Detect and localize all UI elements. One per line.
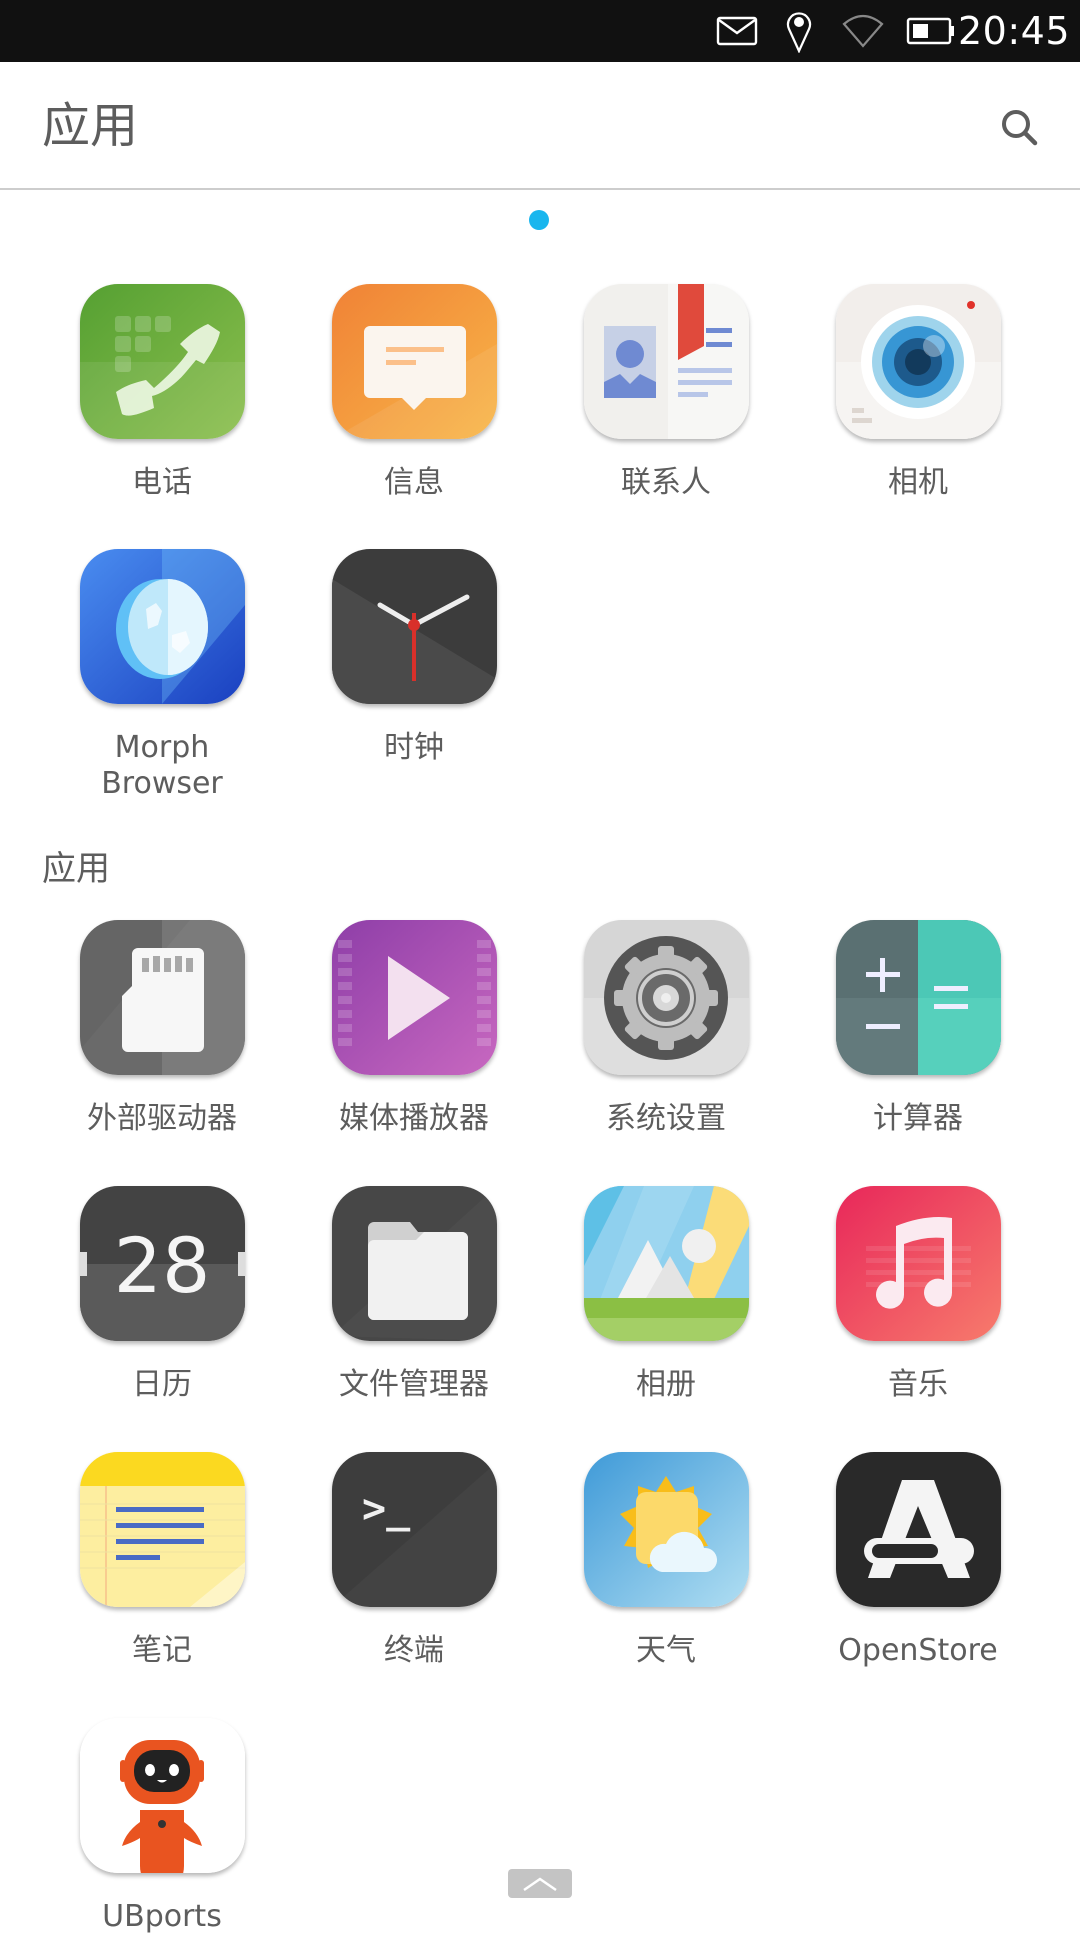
app-notes[interactable]: 笔记 [36,1452,288,1669]
app-phone[interactable]: 电话 [36,284,288,501]
app-openstore[interactable]: OpenStore [792,1452,1044,1669]
app-label: UBports [102,1899,222,1934]
app-messaging[interactable]: 信息 [288,284,540,501]
app-label: 天气 [636,1633,696,1668]
search-icon [1002,110,1038,146]
browser-icon [79,549,245,704]
app-label: 信息 [384,465,444,500]
page-indicator-dot[interactable] [529,210,549,230]
phone-icon [79,284,245,439]
location-icon [786,0,812,62]
notes-icon [79,1452,245,1607]
openstore-icon [835,1452,1001,1607]
app-label: 文件管理器 [339,1367,489,1402]
clock-time: 20:45 [957,9,1070,53]
header-divider [0,188,1080,190]
folder-icon [331,1186,497,1341]
app-music[interactable]: 音乐 [792,1186,1044,1403]
app-calendar[interactable]: 28 日历 [36,1186,288,1403]
app-label: 系统设置 [606,1101,726,1136]
page-title: 应用 [42,98,139,154]
clock-icon [331,549,497,704]
sd-card-icon [79,920,245,1075]
app-label: Morph Browser [101,730,223,801]
ubports-robot-icon [79,1718,245,1873]
terminal-prompt: >_ [362,1486,411,1532]
music-note-icon [835,1186,1001,1341]
battery-icon [906,0,956,62]
expand-up-button[interactable] [508,1869,572,1898]
search-button[interactable] [992,100,1048,156]
app-calculator[interactable]: 计算器 [792,920,1044,1137]
app-label: 笔记 [132,1633,192,1668]
calendar-icon: 28 [79,1186,245,1341]
app-label: 终端 [384,1633,444,1668]
calculator-icon [835,920,1001,1075]
app-browser[interactable]: Morph Browser [36,549,288,802]
app-clock[interactable]: 时钟 [288,549,540,766]
app-media-player[interactable]: 媒体播放器 [288,920,540,1137]
terminal-icon: >_ [331,1452,497,1607]
app-contacts[interactable]: 联系人 [540,284,792,501]
app-label: 日历 [132,1367,192,1402]
app-gallery[interactable]: 相册 [540,1186,792,1403]
app-weather[interactable]: 天气 [540,1452,792,1669]
app-label: 相机 [888,465,948,500]
app-label: 电话 [132,465,192,500]
app-label: 外部驱动器 [87,1101,237,1136]
app-label: 媒体播放器 [339,1101,489,1136]
camera-icon [835,284,1001,439]
app-ubports[interactable]: UBports [36,1718,288,1935]
app-label: 相册 [636,1367,696,1402]
media-player-icon [331,920,497,1075]
section-title: 应用 [42,849,110,889]
app-system-settings[interactable]: 系统设置 [540,920,792,1137]
gallery-icon [583,1186,749,1341]
app-terminal[interactable]: >_ 终端 [288,1452,540,1669]
wifi-icon [842,0,884,62]
app-label: 时钟 [384,730,444,765]
messaging-icon [331,284,497,439]
header: 应用 [0,62,1080,188]
chevron-up-icon [523,1876,557,1891]
mail-icon [716,0,758,62]
calendar-day: 28 [113,1221,210,1310]
app-label: 计算器 [873,1101,963,1136]
app-label: OpenStore [838,1633,998,1668]
app-file-manager[interactable]: 文件管理器 [288,1186,540,1403]
status-bar: 20:45 [0,0,1080,62]
weather-icon [583,1452,749,1607]
app-camera[interactable]: 相机 [792,284,1044,501]
app-label: 音乐 [888,1367,948,1402]
settings-gear-icon [583,920,749,1075]
app-label: 联系人 [621,465,711,500]
app-external-drives[interactable]: 外部驱动器 [36,920,288,1137]
contacts-icon [583,284,749,439]
